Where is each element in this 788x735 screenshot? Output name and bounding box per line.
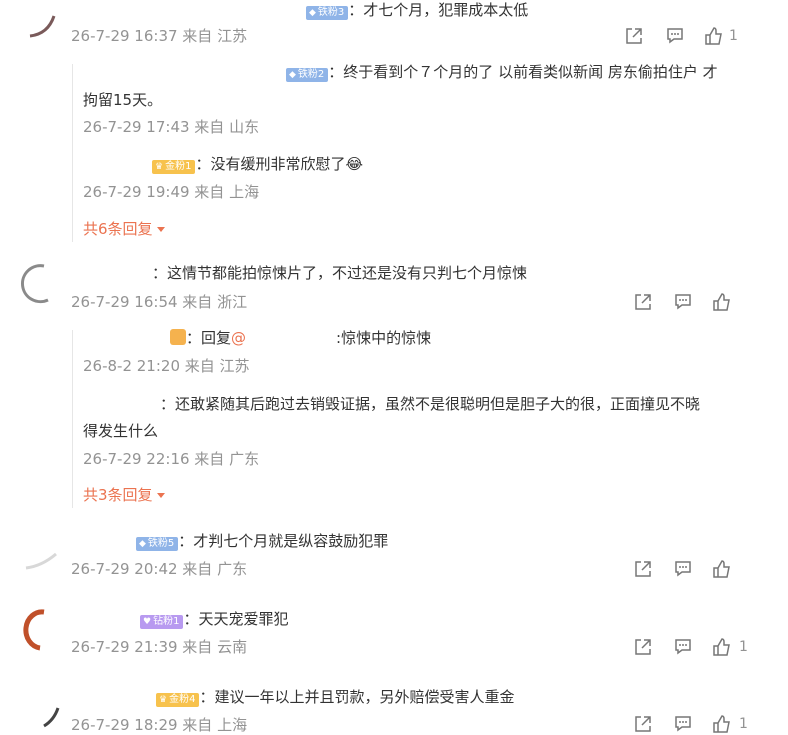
- avatar[interactable]: [24, 550, 60, 570]
- comment-content: ♥ 钻粉1 ：天天宠爱罪犯: [140, 609, 288, 629]
- reply-prefix: ：回复: [186, 329, 232, 347]
- fan-badge: ◆ 铁粉5: [136, 537, 179, 551]
- comment-icon[interactable]: [665, 26, 685, 46]
- comment-icon[interactable]: [673, 292, 693, 312]
- reply-text: ：还敢紧随其后跑过去销毁证据，虽然不是很聪明但是胆子大的很，正面撞见不晓: [160, 395, 701, 413]
- comment-text: ：才七个月，犯罪成本太低: [348, 1, 529, 19]
- fan-badge: ♛ 金粉4: [156, 693, 200, 707]
- more-replies-link[interactable]: 共6条回复: [83, 219, 165, 239]
- comment-icon[interactable]: [673, 637, 693, 657]
- comment-meta: 26-7-29 18:29 来自 上海: [71, 716, 248, 734]
- avatar[interactable]: [14, 262, 54, 306]
- comment-1-content: ◆ 铁粉3 ：才七个月，犯罪成本太低: [306, 0, 528, 20]
- share-icon[interactable]: [633, 637, 653, 657]
- reply-2-content: ♛ 金粉1 ：没有缓刑非常欣慰了😂: [152, 154, 363, 174]
- reply-meta: 26-8-2 21:20 来自 江苏: [83, 357, 250, 375]
- like-count: 1: [739, 639, 748, 655]
- reply-divider: [72, 330, 73, 508]
- like-icon[interactable]: [712, 292, 732, 312]
- reply-text-cont: 拘留15天。: [83, 91, 163, 109]
- comment-text: ：天天宠爱罪犯: [183, 610, 289, 628]
- comment-meta: 26-7-29 16:37 来自 江苏: [71, 27, 248, 45]
- comment-text: ：建议一年以上并且罚款，另外赔偿受害人重金: [199, 688, 515, 706]
- fan-badge: ♛ 金粉1: [152, 160, 196, 174]
- fan-badge: ♥ 钻粉1: [140, 615, 184, 629]
- fan-badge: ◆ 铁粉3: [306, 6, 349, 20]
- comment-content: ◆ 铁粉5 ：才判七个月就是纵容鼓励犯罪: [136, 531, 388, 551]
- comment-meta: 26-7-29 21:39 来自 云南: [71, 638, 248, 656]
- comment-icon[interactable]: [673, 559, 693, 579]
- share-icon[interactable]: [633, 714, 653, 734]
- comment-meta: 26-7-29 20:42 来自 广东: [71, 560, 248, 578]
- reply-3-content: ：回复@ :惊悚中的惊悚: [170, 328, 431, 348]
- like-icon[interactable]: [712, 637, 732, 657]
- diamond-icon: ◆: [289, 70, 296, 80]
- caret-down-icon: [156, 227, 165, 232]
- reply-text-cont: 得发生什么: [83, 422, 159, 440]
- avatar[interactable]: [170, 329, 186, 345]
- like-icon[interactable]: [704, 26, 724, 46]
- comment-meta: 26-7-29 16:54 来自 浙江: [71, 293, 248, 311]
- comment-text: ：这情节都能拍惊悚片了，不过还是没有只判七个月惊悚: [152, 264, 528, 282]
- reply-1-content: ◆ 铁粉2 ：终于看到个７个月的了 以前看类似新闻 房东偷拍住户 才: [286, 62, 718, 82]
- like-count: 1: [739, 716, 748, 732]
- diamond-icon: ◆: [139, 539, 146, 549]
- reply-divider: [72, 64, 73, 242]
- diamond-icon: ◆: [309, 8, 316, 18]
- like-icon[interactable]: [712, 714, 732, 734]
- reply-text: :惊悚中的惊悚: [336, 329, 432, 347]
- like-icon[interactable]: [712, 559, 732, 579]
- mention-link[interactable]: @: [231, 329, 246, 347]
- caret-down-icon: [156, 493, 165, 498]
- reply-text: ：没有缓刑非常欣慰了😂: [195, 155, 363, 173]
- avatar[interactable]: [40, 704, 64, 728]
- comment-text: ：才判七个月就是纵容鼓励犯罪: [178, 532, 389, 550]
- share-icon[interactable]: [633, 559, 653, 579]
- fan-badge: ◆ 铁粉2: [286, 68, 329, 82]
- reply-text: ：终于看到个７个月的了 以前看类似新闻 房东偷拍住户 才: [328, 63, 718, 81]
- reply-meta: 26-7-29 19:49 来自 上海: [83, 183, 260, 201]
- like-count: 1: [729, 28, 738, 44]
- avatar[interactable]: [14, 608, 50, 652]
- crown-icon: ♛: [155, 162, 164, 172]
- crown-icon: ♛: [159, 695, 168, 705]
- heart-icon: ♥: [143, 617, 152, 627]
- more-replies-link[interactable]: 共3条回复: [83, 485, 165, 505]
- avatar[interactable]: [28, 14, 58, 38]
- share-icon[interactable]: [633, 292, 653, 312]
- reply-meta: 26-7-29 17:43 来自 山东: [83, 118, 260, 136]
- comment-content: ♛ 金粉4 ：建议一年以上并且罚款，另外赔偿受害人重金: [156, 687, 514, 707]
- comment-icon[interactable]: [673, 714, 693, 734]
- reply-meta: 26-7-29 22:16 来自 广东: [83, 450, 260, 468]
- share-icon[interactable]: [624, 26, 644, 46]
